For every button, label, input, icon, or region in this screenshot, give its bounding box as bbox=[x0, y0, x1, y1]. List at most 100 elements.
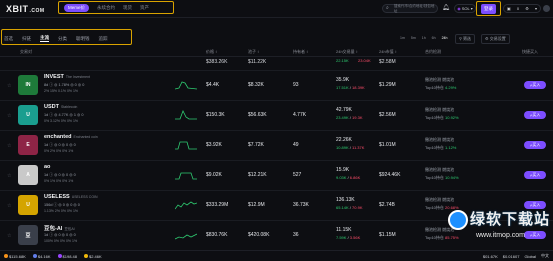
tx-split: 7.59K / 3.56K bbox=[336, 235, 361, 240]
quick-buy-label: 买入 bbox=[532, 82, 541, 87]
token-name[interactable]: USELESS USELESS COIN bbox=[44, 194, 98, 200]
token-meta: 1d ⓘ ◎ 0 ◎ 0 ◎ 0 bbox=[44, 143, 76, 147]
col-liquidity[interactable]: 池子 ↕ bbox=[248, 49, 259, 55]
quick-buy-button[interactable]: ⚡ 买入 bbox=[524, 141, 546, 149]
filter-button[interactable]: ⚲ 筛选 bbox=[455, 34, 476, 44]
holders-value: 4.77K bbox=[293, 112, 307, 118]
col-volume[interactable]: 24h交易量 ↕ bbox=[336, 49, 358, 55]
logo[interactable]: XBIT .COM bbox=[6, 4, 45, 14]
token-name[interactable]: 豆包-AI 豆包AI bbox=[44, 224, 75, 232]
range-24h[interactable]: 24h bbox=[442, 36, 448, 40]
star-icon[interactable]: ☆ bbox=[7, 233, 11, 239]
buys-value: 65.14K bbox=[336, 205, 349, 210]
sparkline-path bbox=[175, 201, 197, 210]
liquidity-value: $12.21K bbox=[248, 172, 267, 178]
top10-label: Top10持仓 bbox=[425, 85, 446, 90]
sparkline-path bbox=[175, 172, 197, 180]
time-range-selector: 1m 5m 1h 6h 24h bbox=[400, 36, 447, 40]
tab-tracking[interactable]: 追踪 bbox=[99, 36, 108, 42]
token-symbol: ao bbox=[44, 164, 51, 170]
star-icon[interactable]: ☆ bbox=[7, 83, 11, 89]
quick-buy-button[interactable]: ⚡ 买入 bbox=[524, 171, 546, 179]
tab-mainstream[interactable]: 主流 bbox=[40, 35, 49, 42]
table-row-partial[interactable]: $383.26K $11.22K 22.15K 23.04K $2.58M bbox=[0, 57, 553, 71]
range-1h[interactable]: 1h bbox=[422, 36, 426, 40]
star-icon[interactable]: ☆ bbox=[7, 113, 11, 119]
sells-value: 70.9K bbox=[352, 205, 363, 210]
range-1m[interactable]: 1m bbox=[400, 36, 405, 40]
mcap-value: $2.74B bbox=[379, 202, 395, 208]
bell-icon[interactable]: 🔔︎ bbox=[442, 4, 450, 11]
sparkline bbox=[175, 110, 197, 120]
nav-spot[interactable]: 现货 bbox=[123, 5, 132, 11]
chain-selector[interactable]: ◉ SOL ▾ bbox=[454, 4, 476, 13]
signup-frame: 登录 bbox=[476, 1, 501, 16]
col-price[interactable]: 价格 ↕ bbox=[206, 49, 217, 55]
avatar[interactable] bbox=[543, 5, 550, 12]
nav-assets[interactable]: 资产 bbox=[140, 5, 149, 11]
tx-split: 17.51K / 18.39K bbox=[336, 85, 365, 90]
table-row[interactable]: ☆ U USDT Stablecoin 1d ⓘ ◎ 4.77K ◎ 1 ◎ 0 … bbox=[0, 101, 553, 131]
sells-value: 6.86K bbox=[349, 175, 361, 180]
quick-buy-button[interactable]: ⚡ 买入 bbox=[524, 111, 546, 119]
tab-scan[interactable]: 扫链 bbox=[22, 36, 31, 42]
contract-check-line2: Top10持仓 1.12% bbox=[425, 145, 456, 151]
star-icon[interactable]: ☆ bbox=[7, 143, 11, 149]
star-icon[interactable]: ☆ bbox=[7, 173, 11, 179]
table-row[interactable]: ☆ E enchanted Enchanted coin 1d ⓘ ◎ 0 ◎ 0… bbox=[0, 131, 553, 161]
search-placeholder: 搜索代币/合约地址/钱包地址 bbox=[393, 3, 435, 13]
table-header: 交易对 价格 ↕ 池子 ↕ 持有者 ↕ 24h交易量 ↕ 24h市值 ↕ 合约检… bbox=[0, 48, 553, 57]
token-name[interactable]: INVEST The Investment bbox=[44, 74, 90, 80]
token-fullname: 豆包AI bbox=[64, 227, 75, 231]
status-bar: $115.68K $4.16K $198.48 $2.46K $01.67K $… bbox=[0, 250, 553, 261]
sparkline bbox=[175, 201, 197, 210]
contract-check-line1: 撤池检测 燃烧池 bbox=[425, 137, 455, 142]
table-row[interactable]: ☆ IN INVEST The Investment 8d ⓘ ◎ 1.78% ◎… bbox=[0, 71, 553, 101]
top10-label: Top10持仓 bbox=[425, 235, 446, 240]
login-button[interactable]: 登录 bbox=[481, 3, 496, 14]
top10-label: Top10持仓 bbox=[425, 205, 446, 210]
token-fullname: Enchanted coin bbox=[73, 135, 98, 139]
col-pair[interactable]: 交易对 bbox=[20, 49, 32, 55]
top10-pct: 10.94% bbox=[445, 175, 459, 180]
trade-settings-button[interactable]: ⚙ 交易设置 bbox=[481, 34, 510, 44]
tab-favorites[interactable]: 首选 bbox=[4, 36, 13, 42]
status-right-3[interactable]: Global bbox=[524, 254, 536, 259]
top-bar: XBIT .COM Meme价 永续合约 现货 资产 ⌕ 搜索代币/合约地址/钱包… bbox=[0, 0, 553, 18]
token-name[interactable]: USDT Stablecoin bbox=[44, 104, 77, 110]
token-stats: 100% 0% 0% 0% 1% bbox=[44, 239, 78, 243]
tab-category[interactable]: 分类 bbox=[58, 36, 67, 42]
range-5m[interactable]: 5m bbox=[411, 36, 416, 40]
nav-perp[interactable]: 永续合约 bbox=[97, 5, 115, 11]
star-icon[interactable]: ☆ bbox=[7, 203, 11, 209]
range-6h[interactable]: 6h bbox=[432, 36, 436, 40]
status-right-2: $0.01607 bbox=[502, 253, 520, 259]
tx-split: 10.89K / 11.37K bbox=[336, 145, 365, 150]
top10-label: Top10持仓 bbox=[425, 175, 446, 180]
token-meta: 1d ⓘ ◎ 0 ◎ 0 ◎ 0 bbox=[44, 233, 76, 237]
token-fullname: The Investment bbox=[65, 75, 90, 79]
col-mcap[interactable]: 24h市值 ↕ bbox=[379, 49, 397, 55]
token-stats: 1.13% 2% 0% 0% 1% bbox=[44, 209, 79, 213]
table-row[interactable]: ☆ A ao 1d ⓘ ◎ 0 ◎ 0 ◎ 0 0% 1% 0% 0% 1% $… bbox=[0, 161, 553, 191]
wallet-balance[interactable]: ▣ 0 ⚙ ▾ bbox=[503, 4, 541, 13]
quick-buy-button[interactable]: ⚡ 买入 bbox=[524, 81, 546, 89]
filter-label: 筛选 bbox=[463, 36, 472, 41]
chevron-down-icon: ▾ bbox=[470, 6, 473, 11]
sol-icon: ◉ bbox=[457, 6, 461, 11]
col-holders[interactable]: 持有者 ↕ bbox=[293, 49, 308, 55]
search-icon: ⌕ bbox=[386, 5, 389, 11]
nav-meme[interactable]: Meme价 bbox=[64, 3, 90, 12]
token-name[interactable]: ao bbox=[44, 164, 52, 170]
price-value: $333.29M bbox=[206, 202, 229, 208]
top10-label: Top10持仓 bbox=[425, 115, 446, 120]
search-input[interactable]: ⌕ 搜索代币/合约地址/钱包地址 bbox=[382, 4, 438, 13]
token-name[interactable]: enchanted Enchanted coin bbox=[44, 134, 98, 140]
price-value: $830.76K bbox=[206, 232, 228, 238]
sparkline-path bbox=[175, 110, 197, 120]
filter-bar: ⚲ 筛选 ⚙ 交易设置 bbox=[455, 34, 510, 44]
status-right-4[interactable]: 中文 bbox=[541, 253, 549, 259]
tx-split: 9.03K / 6.86K bbox=[336, 175, 361, 180]
tab-smart-money[interactable]: 聪明钱 bbox=[76, 36, 90, 42]
token-avatar: 豆 bbox=[18, 225, 38, 245]
